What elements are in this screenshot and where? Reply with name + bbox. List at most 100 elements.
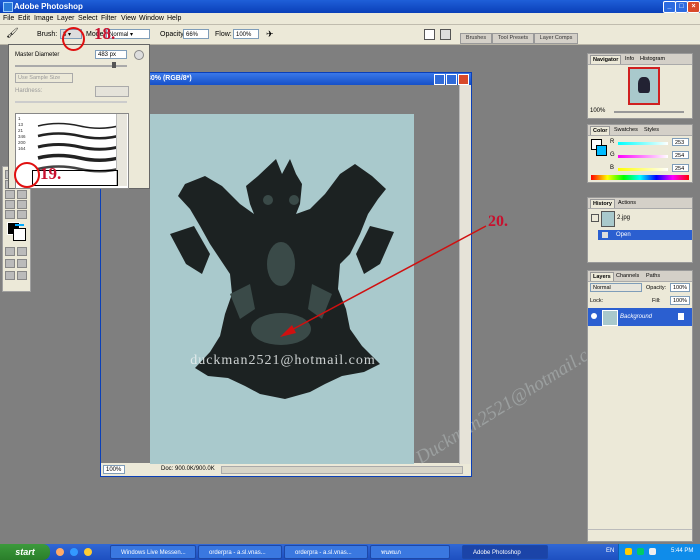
zoom-field[interactable]: 100%: [103, 465, 125, 474]
opacity-field[interactable]: 66%: [183, 29, 209, 39]
brush-tool-icon[interactable]: 🖌: [6, 28, 19, 39]
tool-shape-icon[interactable]: [17, 200, 27, 209]
task-folder[interactable]: พนพมภ: [370, 545, 450, 559]
task-windows-live-messenger[interactable]: Windows Live Messen...: [110, 545, 196, 559]
flow-field[interactable]: 100%: [233, 29, 259, 39]
master-diameter-slider-thumb[interactable]: [112, 62, 116, 68]
tab-info[interactable]: Info: [623, 55, 636, 63]
tray-network-icon[interactable]: [637, 548, 644, 555]
history-snapshot-row[interactable]: 2.jpg: [588, 210, 692, 227]
channel-r-label: R: [610, 139, 615, 145]
opacity-label: Opacity:: [160, 31, 186, 38]
tab-history[interactable]: History: [590, 199, 615, 208]
channel-g-slider[interactable]: [618, 155, 668, 158]
palette-well-icon[interactable]: [440, 29, 451, 40]
screen-mode-3-icon[interactable]: [5, 271, 15, 280]
tab-styles[interactable]: Styles: [642, 126, 661, 134]
well-tab-layer-comps[interactable]: Layer Comps: [534, 33, 578, 44]
tab-actions[interactable]: Actions: [616, 199, 638, 207]
channel-b-value[interactable]: 254: [672, 164, 689, 172]
screen-mode-2-icon[interactable]: [17, 259, 27, 268]
tool-hand-icon[interactable]: [5, 210, 15, 219]
quicklaunch-icon[interactable]: [56, 548, 64, 556]
history-brush-source-icon[interactable]: [591, 214, 599, 222]
fill-field[interactable]: 100%: [670, 296, 690, 305]
tab-color[interactable]: Color: [590, 126, 611, 135]
quicklaunch-folder-icon[interactable]: [84, 548, 92, 556]
color-ramp[interactable]: [591, 175, 689, 180]
menu-help[interactable]: Help: [167, 15, 181, 22]
menu-file[interactable]: File: [3, 15, 14, 22]
doc-close-button[interactable]: [458, 74, 469, 85]
hardness-slider[interactable]: [15, 101, 127, 103]
tab-layers[interactable]: Layers: [590, 272, 614, 281]
tool-pen-icon[interactable]: [5, 200, 15, 209]
layer-visibility-eye-icon[interactable]: [591, 313, 597, 319]
menu-select[interactable]: Select: [78, 15, 97, 22]
jump-to-imageready-icon[interactable]: [17, 271, 27, 280]
master-diameter-slider[interactable]: [15, 65, 127, 67]
blend-mode-select[interactable]: Normal: [590, 283, 642, 292]
task-orderpra-2[interactable]: orderpra - a.sl.vnas...: [284, 545, 368, 559]
tool-zoom-icon[interactable]: [17, 210, 27, 219]
color-bg-swatch[interactable]: [596, 145, 607, 156]
well-tab-brushes[interactable]: Brushes: [460, 33, 492, 44]
canvas-area[interactable]: duckman2521@hotmail.com Duckman2521@hotm…: [101, 85, 612, 469]
snapshot-thumbnail: [601, 211, 615, 227]
doc-vertical-scrollbar[interactable]: [459, 85, 471, 464]
tab-swatches[interactable]: Swatches: [612, 126, 640, 134]
menu-image[interactable]: Image: [34, 15, 53, 22]
background-color-swatch[interactable]: [13, 228, 26, 241]
channel-r-value[interactable]: 253: [672, 138, 689, 146]
tab-histogram[interactable]: Histogram: [638, 55, 667, 63]
close-button[interactable]: ×: [687, 1, 700, 13]
layer-opacity-label: Opacity:: [646, 285, 667, 291]
layer-row-background[interactable]: Background: [588, 308, 692, 326]
tray-icon[interactable]: [625, 548, 632, 555]
layer-name: Background: [620, 314, 653, 320]
tab-navigator[interactable]: Navigator: [590, 55, 622, 64]
history-state-label: Open: [616, 232, 631, 238]
layers-panel: Layers Channels Paths Normal Opacity: 10…: [587, 270, 693, 542]
menu-layer[interactable]: Layer: [57, 15, 75, 22]
navigator-thumbnail[interactable]: [628, 67, 660, 105]
menu-window[interactable]: Window: [139, 15, 164, 22]
airbrush-icon[interactable]: ✈: [266, 29, 274, 40]
channel-b-slider[interactable]: [618, 168, 668, 171]
task-orderpra-1[interactable]: orderpra - a.sl.vnas...: [198, 545, 282, 559]
tray-volume-icon[interactable]: [649, 548, 656, 555]
doc-minimize-button[interactable]: [434, 74, 445, 85]
doc-maximize-button[interactable]: [446, 74, 457, 85]
standard-mode-icon[interactable]: [5, 247, 15, 256]
navigator-zoom-slider[interactable]: [614, 111, 684, 113]
menu-view[interactable]: View: [121, 15, 136, 22]
brush-options-menu-icon[interactable]: [134, 50, 144, 60]
master-diameter-field[interactable]: 483 px: [95, 50, 127, 59]
hardness-field[interactable]: [95, 86, 129, 97]
doc-horizontal-scrollbar[interactable]: [221, 466, 463, 474]
menu-edit[interactable]: Edit: [18, 15, 30, 22]
channel-r-slider[interactable]: [618, 142, 668, 145]
screen-mode-1-icon[interactable]: [5, 259, 15, 268]
tab-channels[interactable]: Channels: [614, 272, 641, 280]
menu-filter[interactable]: Filter: [101, 15, 117, 22]
document-titlebar: 30% (RGB/8*): [101, 73, 471, 85]
start-button[interactable]: start: [0, 544, 50, 560]
garuda-amulet-image: [170, 159, 394, 399]
tool-type-icon[interactable]: [17, 190, 27, 199]
quickmask-mode-icon[interactable]: [17, 247, 27, 256]
photo-canvas[interactable]: [150, 114, 414, 464]
task-adobe-photoshop[interactable]: Adobe Photoshop: [462, 545, 548, 559]
use-sample-size-button[interactable]: Use Sample Size: [15, 73, 73, 83]
file-browser-icon[interactable]: [424, 29, 435, 40]
layer-opacity-field[interactable]: 100%: [670, 283, 690, 292]
preset-size[interactable]: 164: [18, 146, 32, 152]
language-indicator[interactable]: EN: [606, 548, 614, 554]
quicklaunch-ie-icon[interactable]: [70, 548, 78, 556]
history-state-row[interactable]: Open: [598, 230, 692, 240]
tab-paths[interactable]: Paths: [644, 272, 662, 280]
tool-path-icon[interactable]: [5, 190, 15, 199]
photoshop-app-icon: [3, 2, 13, 12]
channel-g-value[interactable]: 254: [672, 151, 689, 159]
well-tab-tool-presets[interactable]: Tool Presets: [492, 33, 534, 44]
